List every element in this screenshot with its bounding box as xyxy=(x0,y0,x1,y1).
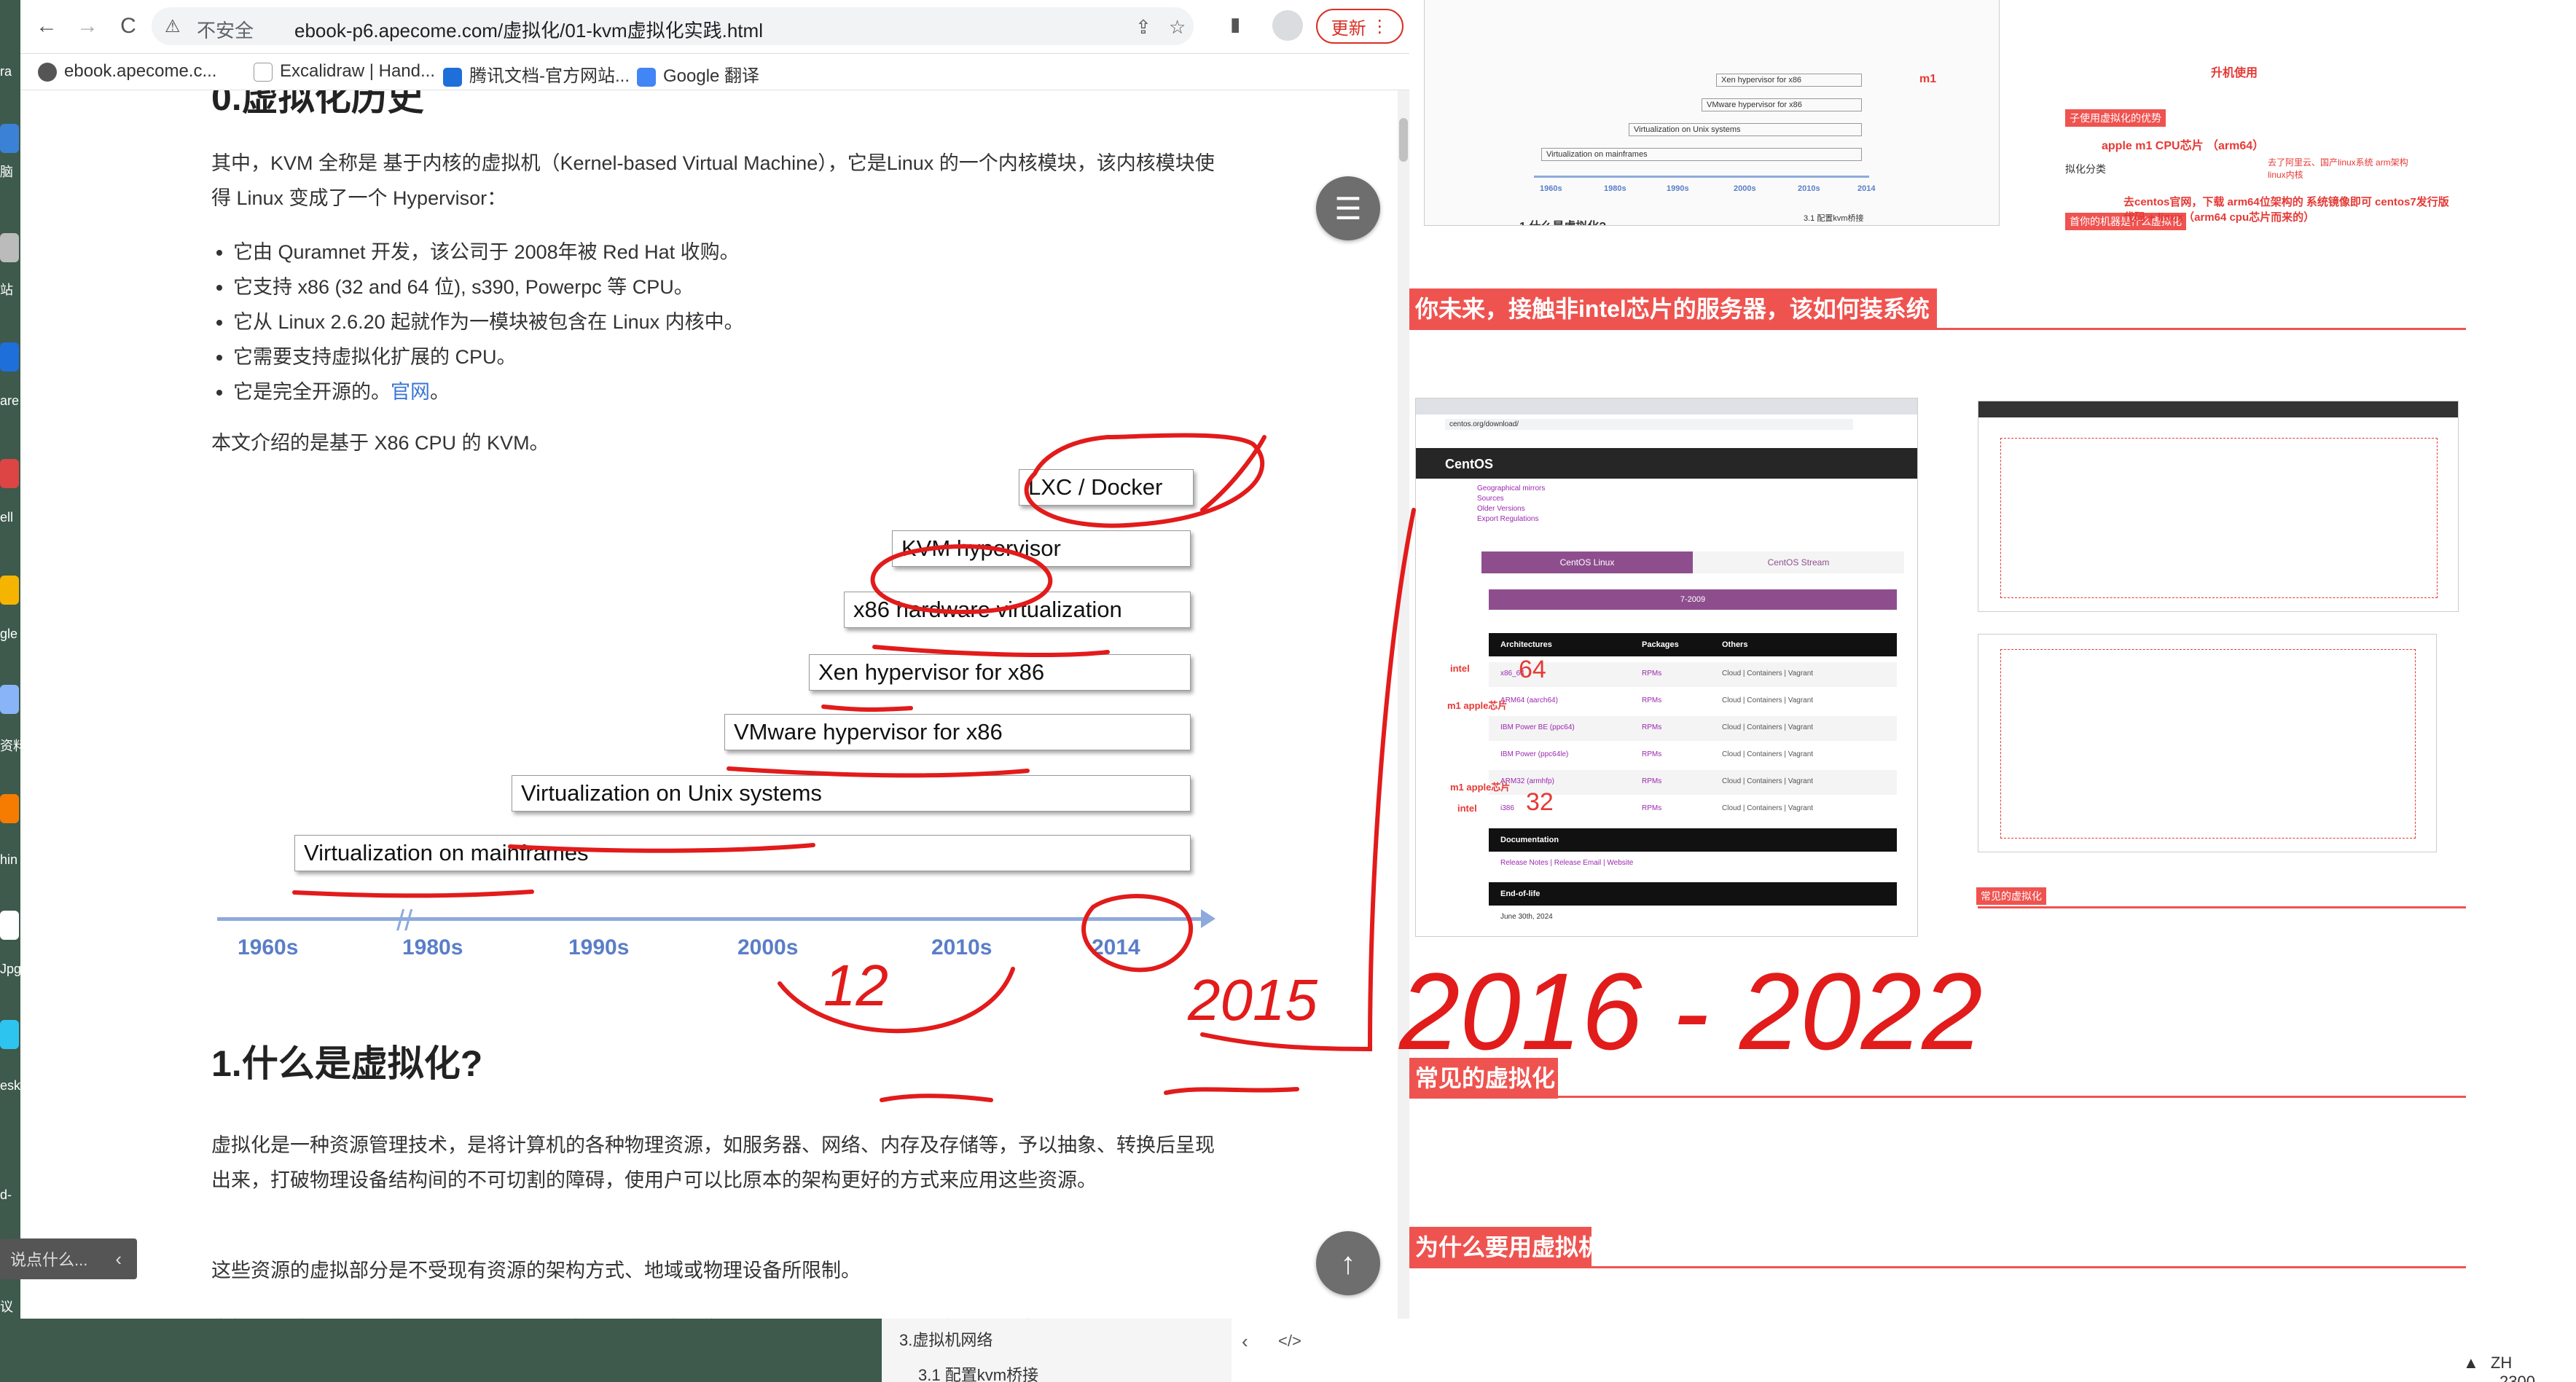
underline-annotation xyxy=(292,890,534,898)
underline-annotation xyxy=(727,766,1030,778)
circle-annotation xyxy=(1081,894,1194,973)
underline-annotation xyxy=(508,843,815,853)
underline-annotation xyxy=(872,645,1110,658)
handwritten-year: 2015 xyxy=(1187,967,1318,1032)
annotation-overlay: 2016 - 2022 2015 12 xyxy=(292,433,1983,1102)
underline-annotation xyxy=(1164,1087,1299,1095)
handwritten-years: 2016 - 2022 xyxy=(1398,950,1983,1072)
screen: ra 脑 站 are at ell gle me 资料 i.ex hin Jpg… xyxy=(0,0,2576,1382)
handwritten-number: 12 xyxy=(823,953,888,1018)
bracket-annotation xyxy=(778,967,1015,1034)
circle-annotation xyxy=(870,544,1053,615)
circle-annotation xyxy=(1024,433,1264,528)
underline-annotation xyxy=(880,1094,993,1102)
underline-annotation xyxy=(821,704,913,712)
